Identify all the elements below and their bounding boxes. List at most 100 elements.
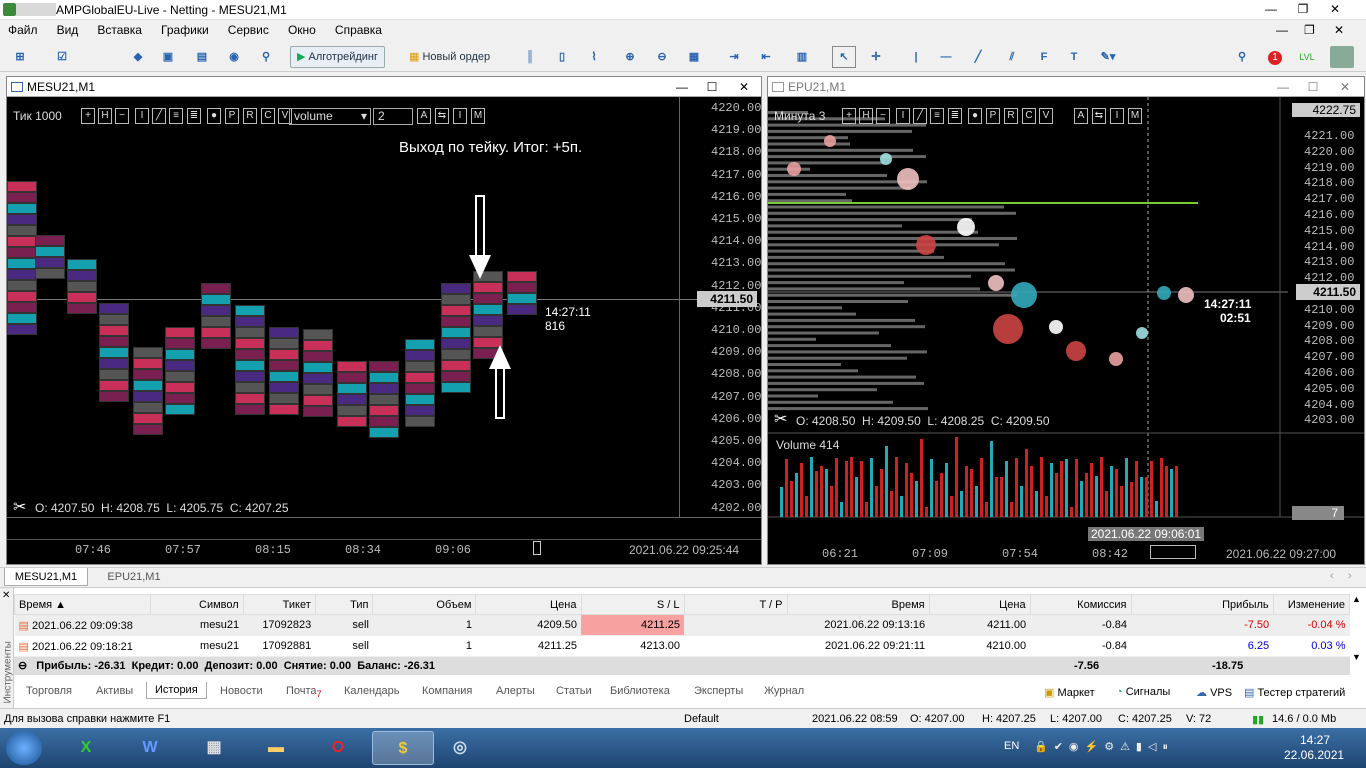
tool-i[interactable]: I [896, 108, 910, 124]
tool-slash[interactable]: ╱ [913, 108, 927, 124]
restore-button[interactable]: ❐ [1288, 0, 1318, 18]
crosshair-tool-icon[interactable]: ✂ [13, 497, 26, 517]
tab-alerts[interactable]: Алерты [496, 685, 535, 697]
tab-trading[interactable]: Торговля [26, 685, 72, 697]
crosshair-tool-icon[interactable]: ✂ [774, 409, 787, 429]
algo-trading-button[interactable]: ▶ Алготрейдинг [290, 46, 385, 68]
candle-chart-icon[interactable]: ▯ [550, 46, 574, 68]
tab-mesu21[interactable]: MESU21,M1 [4, 568, 88, 586]
chart-minimize-button[interactable]: — [1268, 77, 1298, 97]
network-app-icon[interactable]: ◎ [434, 731, 486, 765]
tab-library[interactable]: Библиотека [610, 685, 670, 697]
notifications-icon[interactable]: 1 [1262, 46, 1288, 68]
tab-mail[interactable]: Почта7 [286, 685, 322, 699]
number-input[interactable]: 2 [373, 108, 413, 125]
tool-plus[interactable]: + [81, 108, 95, 124]
scrollbar-down-icon[interactable]: ▼ [1352, 652, 1361, 662]
channel-icon[interactable]: ⫽ [1000, 46, 1024, 68]
clock-date[interactable]: 22.06.2021 [1284, 748, 1344, 762]
menu-tools[interactable]: Сервис [220, 20, 277, 40]
tool-m[interactable]: M [471, 108, 485, 124]
tool-lines2[interactable]: ≣ [948, 108, 962, 124]
menu-view[interactable]: Вид [49, 20, 87, 40]
chart-close-button[interactable]: ✕ [729, 77, 759, 97]
word-icon[interactable]: W [124, 731, 176, 765]
chart-maximize-button[interactable]: ☐ [697, 77, 727, 97]
text-icon[interactable]: T [1062, 46, 1086, 68]
chart-shift-icon[interactable]: ⇤ [754, 46, 778, 68]
mdi-restore-button[interactable]: ❐ [1296, 20, 1323, 40]
navigator-icon[interactable]: ◉ [222, 46, 246, 68]
menu-help[interactable]: Справка [327, 20, 390, 40]
tool-r[interactable]: R [243, 108, 257, 124]
link-market[interactable]: ▣ Маркет [1044, 686, 1095, 699]
fibo-icon[interactable]: F [1032, 46, 1056, 68]
account-avatar[interactable] [1330, 46, 1354, 68]
shapes-icon[interactable]: ✎▾ [1096, 46, 1120, 68]
scroll-marker[interactable] [1150, 545, 1196, 559]
metatrader-icon[interactable]: $ [372, 731, 434, 765]
tool-lines[interactable]: ≡ [930, 108, 944, 124]
market-watch-icon[interactable]: ◆ [126, 46, 150, 68]
tab-calendar[interactable]: Календарь [344, 685, 400, 697]
scrollbar-up-icon[interactable]: ▲ [1352, 594, 1361, 604]
col-type[interactable]: Тип [314, 594, 374, 615]
tool-m[interactable]: M [1128, 108, 1142, 124]
level-icon[interactable]: LVL [1294, 46, 1320, 68]
tool-lines2[interactable]: ≣ [187, 108, 201, 124]
toolbox-close-icon[interactable]: ✕ [2, 590, 10, 601]
tool-a[interactable]: A [417, 108, 431, 124]
calculator-icon[interactable]: ▦ [188, 731, 240, 765]
tab-experts[interactable]: Эксперты [694, 685, 743, 697]
menu-file[interactable]: Файл [0, 20, 46, 40]
tool-circle[interactable]: ● [968, 108, 982, 124]
tab-company[interactable]: Компания [422, 685, 472, 697]
col-profit[interactable]: Прибыль [1130, 594, 1274, 615]
col-sl[interactable]: S / L [580, 594, 685, 615]
chart-maximize-button[interactable]: ☐ [1298, 77, 1328, 97]
tool-r[interactable]: R [1004, 108, 1018, 124]
table-row[interactable]: ▤ 2021.06.22 09:18:21 mesu21 17092881 se… [14, 635, 1350, 657]
col-change[interactable]: Изменение [1272, 594, 1351, 615]
col-symbol[interactable]: Символ [149, 594, 244, 615]
chart-canvas[interactable]: Тик 1000 + H − I ╱ ≡ ≣ ● P R C V volume ▾… [7, 97, 761, 564]
col-close-time[interactable]: Время [786, 594, 930, 615]
tool-v[interactable]: V [1039, 108, 1053, 124]
profiles-icon[interactable]: ☑ [50, 46, 74, 68]
trendline-icon[interactable]: ╱ [966, 46, 990, 68]
tile-windows-icon[interactable]: ▦ [682, 46, 706, 68]
tabs-scroll-left-icon[interactable]: ‹ [1330, 570, 1334, 582]
autoscroll-icon[interactable]: ⇥ [722, 46, 746, 68]
chart-minimize-button[interactable]: — [667, 77, 697, 97]
tool-minus[interactable]: − [876, 108, 890, 124]
tool-plus[interactable]: + [842, 108, 856, 124]
new-order-button[interactable]: ▦ Новый ордер [404, 46, 495, 68]
toolbox-icon[interactable]: ▣ [156, 46, 180, 68]
tool-h[interactable]: H [859, 108, 873, 124]
col-ticket[interactable]: Тикет [242, 594, 316, 615]
menu-charts[interactable]: Графики [153, 20, 217, 40]
link-vps[interactable]: ☁ VPS [1196, 686, 1232, 699]
col-volume[interactable]: Объем [372, 594, 477, 615]
col-tp[interactable]: T / P [683, 594, 788, 615]
tool-i2[interactable]: I [453, 108, 467, 124]
tool-circle[interactable]: ● [207, 108, 221, 124]
clock-time[interactable]: 14:27 [1300, 733, 1330, 747]
explorer-icon[interactable]: ▬ [250, 731, 302, 765]
line-chart-icon[interactable]: ⌇ [582, 46, 606, 68]
vertical-line-icon[interactable]: | [904, 46, 928, 68]
tool-i2[interactable]: I [1110, 108, 1124, 124]
tool-c[interactable]: C [261, 108, 275, 124]
link-signals[interactable]: ◔ Сигналы [1116, 686, 1170, 698]
strategy-tester-icon[interactable]: ⚲ [254, 46, 278, 68]
excel-icon[interactable]: X [60, 731, 112, 765]
tab-journal[interactable]: Журнал [764, 685, 804, 697]
link-tester[interactable]: ▤ Тестер стратегий [1244, 686, 1345, 699]
col-close-price[interactable]: Цена [928, 594, 1031, 615]
tab-epu21[interactable]: EPU21,M1 [92, 568, 176, 586]
data-window-icon[interactable]: ▤ [190, 46, 214, 68]
table-row[interactable]: ▤ 2021.06.22 09:09:38 mesu21 17092823 se… [14, 614, 1350, 636]
tool-i[interactable]: I [135, 108, 149, 124]
menu-window[interactable]: Окно [280, 20, 324, 40]
search-icon[interactable]: ⚲ [1230, 46, 1254, 68]
